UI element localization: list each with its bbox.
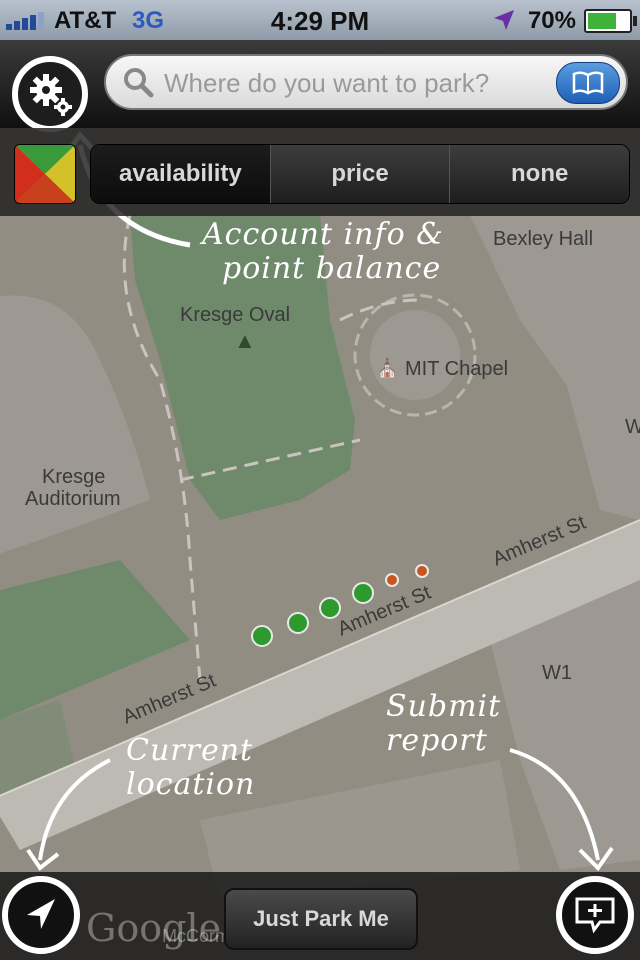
status-bar: AT&T 3G 4:29 PM 70%	[0, 0, 640, 40]
parking-spot-marker-available[interactable]	[319, 597, 341, 619]
tree-icon: ▲	[234, 328, 256, 353]
map-label-mit-chapel: MIT Chapel	[405, 358, 509, 380]
filter-availability[interactable]: availability	[91, 145, 270, 203]
filter-none[interactable]: none	[449, 145, 629, 203]
map-label-kresge: Kresge	[42, 466, 106, 488]
annotation-account-line1: Account info &	[202, 217, 444, 252]
location-services-icon	[494, 10, 514, 30]
parking-spot-marker-occupied[interactable]	[415, 564, 429, 578]
annotation-current-location: Current location	[126, 734, 255, 802]
settings-button[interactable]	[12, 56, 88, 132]
gear-icon	[30, 74, 72, 116]
map-label-auditorium: Auditorium	[25, 488, 121, 510]
bottom-bar: Google McCorm Just Park Me	[0, 872, 640, 960]
map-label-mccormick: McCorm	[162, 926, 230, 946]
just-park-me-button[interactable]: Just Park Me	[224, 888, 418, 950]
map-label-w1: W1	[542, 662, 572, 684]
annotation-submit-report: Submit report	[386, 690, 501, 758]
filter-price[interactable]: price	[269, 145, 450, 203]
map-label-w: W	[625, 416, 640, 438]
parking-spot-marker-available[interactable]	[352, 582, 374, 604]
location-arrow-icon	[27, 899, 55, 929]
map-label-kresge-oval: Kresge Oval	[180, 304, 291, 326]
submit-report-button[interactable]	[556, 876, 634, 954]
book-icon	[572, 71, 604, 95]
parking-spot-marker-available[interactable]	[287, 612, 309, 634]
search-input[interactable]	[162, 64, 546, 102]
annotation-current-line2: location	[126, 767, 256, 802]
battery-icon	[584, 9, 637, 33]
annotation-current-line1: Current	[126, 733, 254, 768]
map-label-bexley-hall: Bexley Hall	[493, 228, 594, 250]
annotation-submit-line1: Submit	[386, 689, 502, 724]
battery-percent: 70%	[527, 7, 576, 34]
filter-segmented-control: availability price none	[90, 144, 630, 204]
color-legend-icon[interactable]	[14, 144, 76, 204]
search-icon	[124, 68, 154, 98]
annotation-account-line2: point balance	[222, 251, 442, 286]
current-location-button[interactable]	[2, 876, 80, 954]
annotation-account: Account info & point balance	[202, 218, 444, 286]
search-bar[interactable]	[104, 54, 628, 110]
annotation-submit-line2: report	[386, 723, 488, 758]
parking-spot-marker-available[interactable]	[251, 625, 273, 647]
parking-spot-marker-occupied[interactable]	[385, 573, 399, 587]
filter-bar: availability price none	[0, 128, 640, 216]
chapel-icon: ⛪	[376, 358, 399, 378]
add-report-icon	[575, 897, 615, 934]
top-bar	[0, 40, 640, 132]
bookmarks-button[interactable]	[556, 62, 620, 104]
